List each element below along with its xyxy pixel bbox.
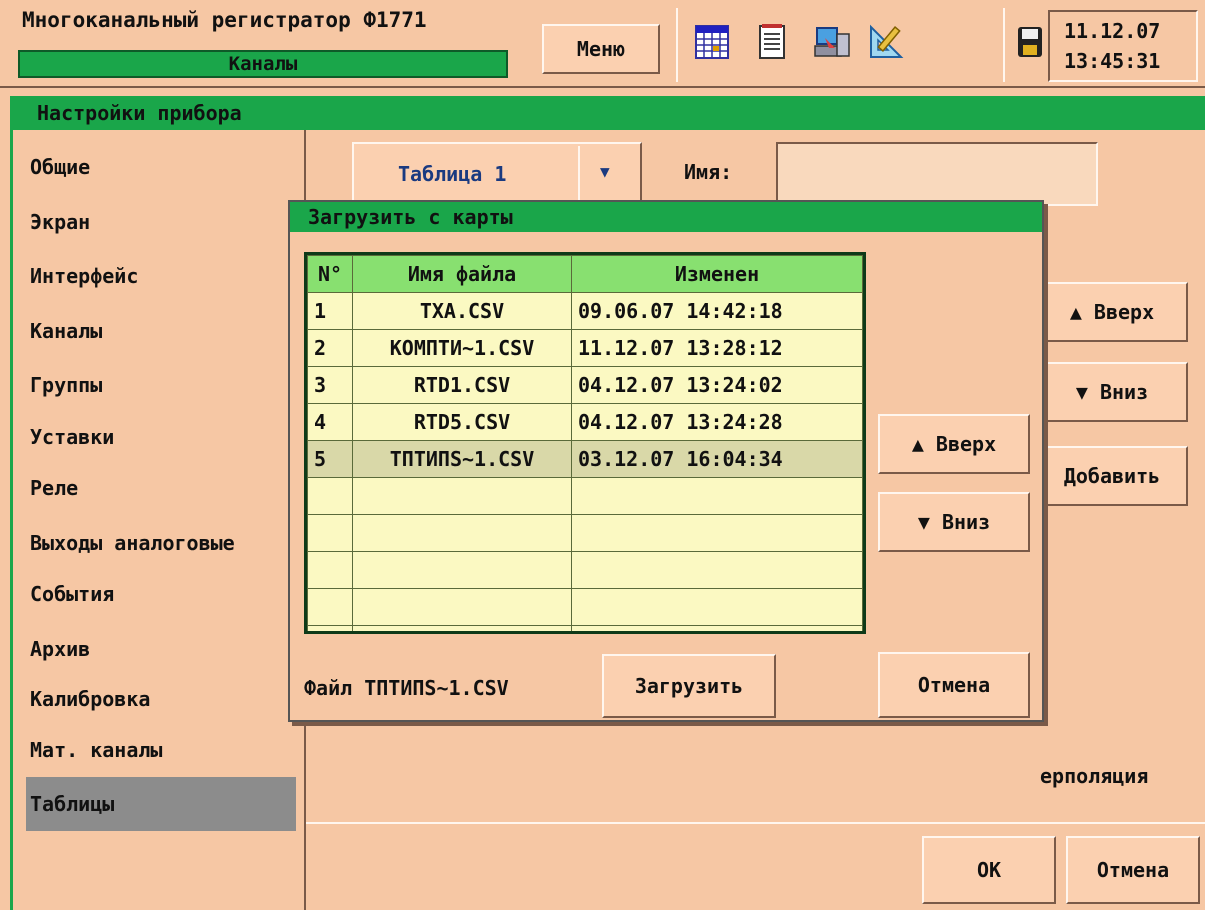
name-field[interactable] — [776, 142, 1098, 206]
date-display: 11.12.07 — [1064, 19, 1161, 43]
table-view-icon[interactable] — [692, 22, 732, 62]
dialog-move-down-button[interactable]: ▼ Вниз — [878, 492, 1030, 552]
table-row[interactable]: 4 RTD5.CSV 04.12.07 13:24:28 — [307, 403, 863, 441]
dialog-title-bar: Загрузить с карты — [290, 202, 1042, 232]
empty-row[interactable] — [307, 588, 863, 626]
header-divider-2 — [1003, 8, 1005, 82]
sidebar-item-interface[interactable]: Интерфейс — [26, 256, 296, 296]
computer-icon[interactable] — [812, 22, 852, 62]
sidebar: Общие Экран Интерфейс Каналы Группы Уста… — [0, 130, 306, 910]
row-filename: ТПТИПS~1.CSV — [352, 440, 572, 478]
sidebar-item-tables[interactable]: Таблицы — [26, 777, 296, 831]
row-modified: 03.12.07 16:04:34 — [571, 440, 863, 478]
table-select[interactable]: Таблица 1 — [352, 142, 642, 206]
row-filename: RTD5.CSV — [352, 403, 572, 441]
datetime-box: 11.12.07 13:45:31 — [1048, 10, 1198, 82]
dialog-cancel-button[interactable]: Отмена — [878, 652, 1030, 718]
row-modified: 04.12.07 13:24:02 — [571, 366, 863, 404]
sidebar-item-relays[interactable]: Реле — [26, 468, 296, 508]
empty-row[interactable] — [307, 514, 863, 552]
table-row-selected[interactable]: 5 ТПТИПS~1.CSV 03.12.07 16:04:34 — [307, 440, 863, 478]
time-display: 13:45:31 — [1064, 49, 1161, 73]
interpolation-label: ерполяция — [1040, 764, 1149, 788]
sidebar-item-analog-outputs[interactable]: Выходы аналоговые — [26, 523, 296, 563]
file-table-frame: N° Имя файла Изменен 1 TXA.CSV 09.06.07 … — [304, 252, 866, 634]
current-section-bar: Каналы — [18, 50, 508, 78]
sidebar-item-channels[interactable]: Каналы — [26, 311, 296, 351]
sidebar-item-setpoints[interactable]: Уставки — [26, 417, 296, 457]
load-button[interactable]: Загрузить — [602, 654, 776, 718]
move-down-button[interactable]: ▼ Вниз — [1036, 362, 1188, 422]
select-divider — [578, 146, 580, 202]
menu-button[interactable]: Меню — [542, 24, 660, 74]
floppy-disk-icon[interactable] — [1010, 22, 1050, 62]
sidebar-item-groups[interactable]: Группы — [26, 365, 296, 405]
selected-file-label: Файл ТПТИПS~1.CSV — [304, 676, 509, 700]
sidebar-item-screen[interactable]: Экран — [26, 202, 296, 242]
ok-button[interactable]: OK — [922, 836, 1056, 904]
row-number: 1 — [307, 292, 353, 330]
row-number: 3 — [307, 366, 353, 404]
row-filename: RTD1.CSV — [352, 366, 572, 404]
row-filename: TXA.CSV — [352, 292, 572, 330]
empty-row[interactable] — [307, 625, 863, 631]
move-up-button[interactable]: ▲ Вверх — [1036, 282, 1188, 342]
current-section-label: Каналы — [228, 53, 298, 75]
column-header-filename: Имя файла — [352, 255, 572, 293]
app-title: Многоканальный регистратор Ф1771 — [22, 8, 427, 32]
row-number: 5 — [307, 440, 353, 478]
load-from-card-dialog: Загрузить с карты N° Имя файла Изменен 1… — [288, 200, 1044, 722]
cancel-button[interactable]: Отмена — [1066, 836, 1200, 904]
row-filename: КОМПТИ~1.CSV — [352, 329, 572, 367]
sidebar-item-events[interactable]: События — [26, 574, 296, 614]
dialog-move-up-button[interactable]: ▲ Вверх — [878, 414, 1030, 474]
bottom-bar-divider — [306, 822, 1205, 824]
sidebar-item-math-channels[interactable]: Мат. каналы — [26, 730, 296, 770]
file-table: N° Имя файла Изменен 1 TXA.CSV 09.06.07 … — [307, 255, 863, 631]
empty-row[interactable] — [307, 551, 863, 589]
add-button[interactable]: Добавить — [1036, 446, 1188, 506]
title-bar: Многоканальный регистратор Ф1771 Каналы … — [0, 0, 1205, 88]
column-header-number: N° — [307, 255, 353, 293]
row-modified: 11.12.07 13:28:12 — [571, 329, 863, 367]
ruler-triangle-icon[interactable] — [866, 22, 906, 62]
sidebar-item-calibration[interactable]: Калибровка — [26, 679, 296, 719]
column-header-modified: Изменен — [571, 255, 863, 293]
table-select-value: Таблица 1 — [398, 162, 507, 186]
sidebar-item-archive[interactable]: Архив — [26, 629, 296, 669]
table-row[interactable]: 3 RTD1.CSV 04.12.07 13:24:02 — [307, 366, 863, 404]
chevron-down-icon[interactable]: ▼ — [600, 162, 610, 181]
panel-title-bar: Настройки прибора — [13, 96, 1205, 130]
dialog-title: Загрузить с карты — [308, 205, 513, 229]
name-label: Имя: — [684, 160, 733, 184]
table-header-row: N° Имя файла Изменен — [307, 255, 863, 293]
panel-title: Настройки прибора — [37, 101, 242, 125]
empty-row[interactable] — [307, 477, 863, 515]
table-row[interactable]: 2 КОМПТИ~1.CSV 11.12.07 13:28:12 — [307, 329, 863, 367]
table-row[interactable]: 1 TXA.CSV 09.06.07 14:42:18 — [307, 292, 863, 330]
document-icon[interactable] — [752, 22, 792, 62]
sidebar-item-general[interactable]: Общие — [26, 147, 296, 187]
header-divider — [676, 8, 678, 82]
row-modified: 09.06.07 14:42:18 — [571, 292, 863, 330]
row-number: 4 — [307, 403, 353, 441]
row-modified: 04.12.07 13:24:28 — [571, 403, 863, 441]
row-number: 2 — [307, 329, 353, 367]
